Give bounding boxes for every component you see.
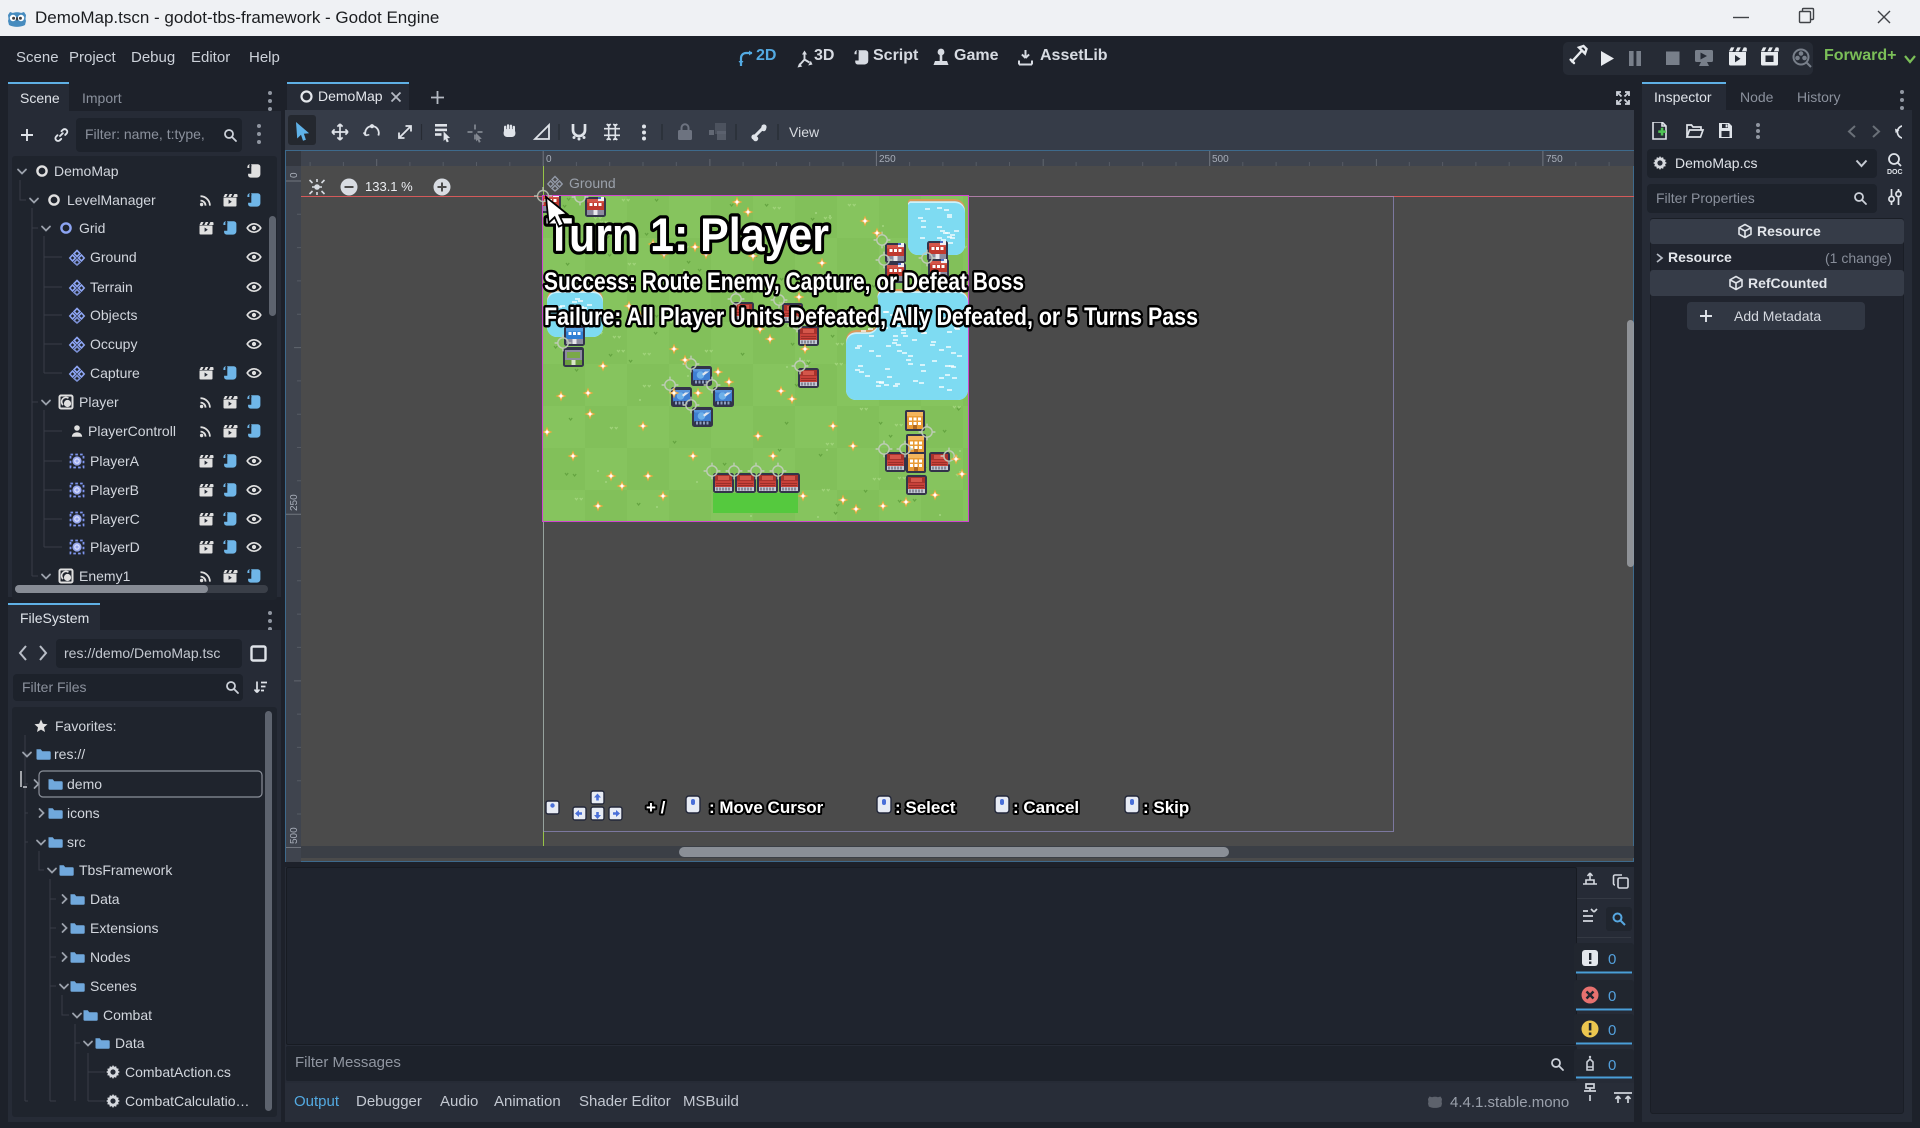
svg-text:0: 0 xyxy=(1608,1057,1616,1074)
svg-text:250: 250 xyxy=(879,154,896,165)
svg-text:250: 250 xyxy=(289,494,300,511)
svg-text:Failure: All Player Units Defe: Failure: All Player Units Defeated, Ally… xyxy=(544,303,1198,331)
svg-text:Ground: Ground xyxy=(569,175,616,191)
svg-text:View: View xyxy=(789,124,820,140)
svg-text:Turn 1: Player: Turn 1: Player xyxy=(546,208,829,261)
svg-text:500: 500 xyxy=(1212,154,1229,165)
svg-text:: Skip: : Skip xyxy=(1143,798,1189,817)
svg-text:0: 0 xyxy=(1608,951,1616,968)
svg-text:0: 0 xyxy=(1608,988,1616,1005)
svg-text:0: 0 xyxy=(289,172,300,178)
svg-text:133.1 %: 133.1 % xyxy=(365,179,413,194)
svg-text:Success: Route Enemy, Capture,: Success: Route Enemy, Capture, or Defeat… xyxy=(544,268,1024,296)
svg-text:750: 750 xyxy=(1546,154,1563,165)
svg-text:: Cancel: : Cancel xyxy=(1013,798,1079,817)
svg-text:500: 500 xyxy=(289,827,300,844)
svg-text:0: 0 xyxy=(546,154,552,165)
svg-text:+ /: + / xyxy=(646,798,666,817)
svg-text:: Move Cursor: : Move Cursor xyxy=(709,798,824,817)
svg-text:DOC: DOC xyxy=(1887,169,1903,176)
svg-text:0: 0 xyxy=(1608,1022,1616,1039)
svg-text:: Select: : Select xyxy=(895,798,956,817)
